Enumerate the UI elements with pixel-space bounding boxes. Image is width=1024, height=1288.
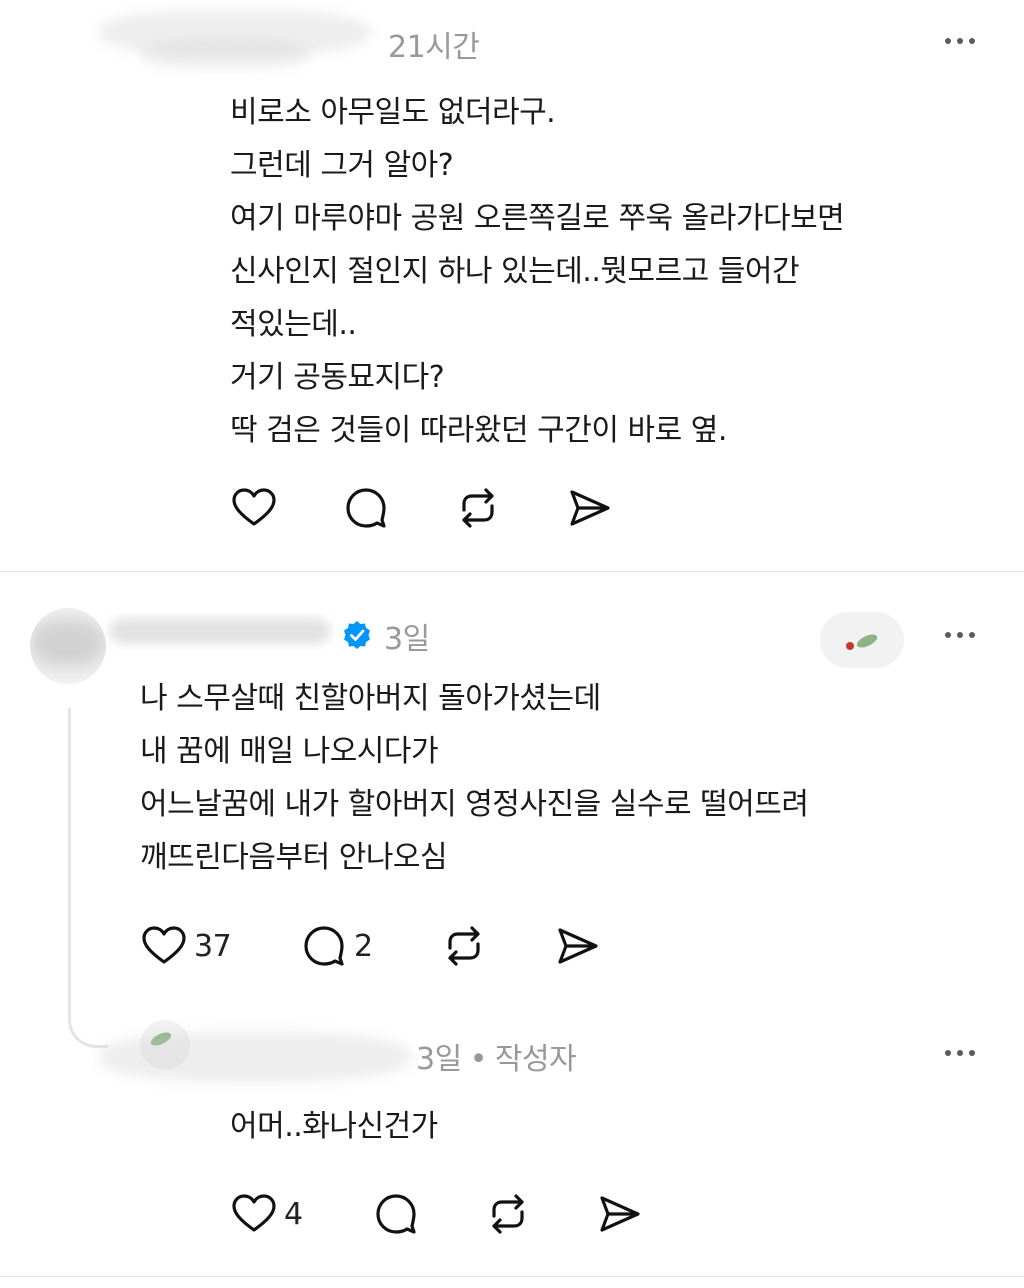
verified-badge-icon: [344, 621, 370, 649]
post-body: 나 스무살때 친할아버지 돌아가셨는데 내 꿈에 매일 나오시다가 어느날꿈에 …: [140, 672, 809, 884]
post-body: 어머..화나신건가: [230, 1100, 438, 1153]
send-icon: [558, 928, 598, 964]
post-line: 어머..화나신건가: [230, 1109, 438, 1144]
more-dots-icon: [945, 632, 951, 638]
repost-button[interactable]: [454, 484, 502, 532]
heart-icon: [232, 488, 276, 526]
post-line: 비로소 아무일도 없더라구.: [230, 95, 556, 130]
like-button[interactable]: [230, 484, 278, 532]
post-line: 나 스무살때 친할아버지 돌아가셨는데: [140, 681, 601, 716]
post: 21시간 비로소 아무일도 없더라구. 그런데 그거 알아? 여기 마루야마 공…: [0, 0, 1024, 572]
post-actions: [230, 484, 650, 532]
heart-icon: [142, 926, 186, 964]
reply-button[interactable]: 2: [300, 922, 373, 970]
comment-icon: [304, 926, 344, 966]
like-count: 37: [194, 928, 232, 964]
post-line: 거기 공동묘지다?: [230, 360, 445, 395]
reply-button[interactable]: [342, 484, 390, 532]
like-count: 4: [284, 1196, 303, 1232]
post-line: 그런데 그거 알아?: [230, 148, 454, 183]
post-line: 깨뜨린다음부터 안나오심: [140, 840, 448, 875]
more-dots-icon: [945, 38, 951, 44]
heart-icon: [232, 1194, 276, 1232]
post-actions: 37 2: [140, 922, 620, 970]
send-icon: [570, 490, 610, 526]
post: 3일 • 작성자 어머..화나신건가 4: [0, 1012, 1024, 1288]
post-meta: 3일 • 작성자: [416, 1034, 577, 1078]
comment-icon: [346, 488, 386, 528]
post-actions: 4: [230, 1190, 650, 1238]
post-timestamp: 3일: [384, 622, 430, 657]
comment-icon: [376, 1194, 416, 1234]
like-button[interactable]: 4: [230, 1190, 303, 1238]
more-dots-icon: [945, 1050, 951, 1056]
author-tag: 작성자: [494, 1042, 577, 1077]
repost-icon: [462, 488, 494, 528]
post-line: 어느날꿈에 내가 할아버지 영정사진을 실수로 떨어뜨려: [140, 787, 809, 822]
thread-connector: [68, 708, 108, 1048]
more-options-button[interactable]: [940, 34, 980, 48]
repost-icon: [448, 926, 480, 966]
more-options-button[interactable]: [940, 1046, 980, 1060]
like-button[interactable]: 37: [140, 922, 232, 970]
post-line: 여기 마루야마 공원 오른쪽길로 쭈욱 올라가다보면: [230, 201, 845, 236]
reply-button[interactable]: [372, 1190, 420, 1238]
repost-icon: [492, 1194, 524, 1234]
post-line: 적있는데..: [230, 307, 357, 342]
redacted-username: [110, 618, 330, 644]
send-icon: [600, 1196, 640, 1232]
post-line: 딱 검은 것들이 따라왔던 구간이 바로 옆.: [230, 413, 727, 448]
repost-button[interactable]: [484, 1190, 532, 1238]
post: 3일 나 스무살때 친할아버지 돌아가셨는데 내 꿈에 매일 나오시다가 어느날…: [0, 572, 1024, 1012]
repost-button[interactable]: [440, 922, 488, 970]
post-line: 신사인지 절인지 하나 있는데..뭣모르고 들어간: [230, 254, 800, 289]
post-divider: [0, 1276, 1024, 1277]
reply-count: 2: [354, 928, 373, 964]
share-button[interactable]: [566, 484, 614, 532]
meta-separator: •: [469, 1042, 488, 1077]
more-options-button[interactable]: [940, 628, 980, 642]
avatar[interactable]: [30, 608, 106, 684]
share-button[interactable]: [554, 922, 602, 970]
post-body: 비로소 아무일도 없더라구. 그런데 그거 알아? 여기 마루야마 공원 오른쪽…: [230, 86, 845, 457]
share-button[interactable]: [596, 1190, 644, 1238]
post-line: 내 꿈에 매일 나오시다가: [140, 734, 439, 769]
redacted-username: [100, 1032, 410, 1082]
mini-avatar-image: [820, 612, 904, 668]
post-timestamp: 3일: [416, 1042, 462, 1077]
redacted-username: [140, 40, 310, 68]
post-timestamp: 21시간: [388, 30, 480, 65]
